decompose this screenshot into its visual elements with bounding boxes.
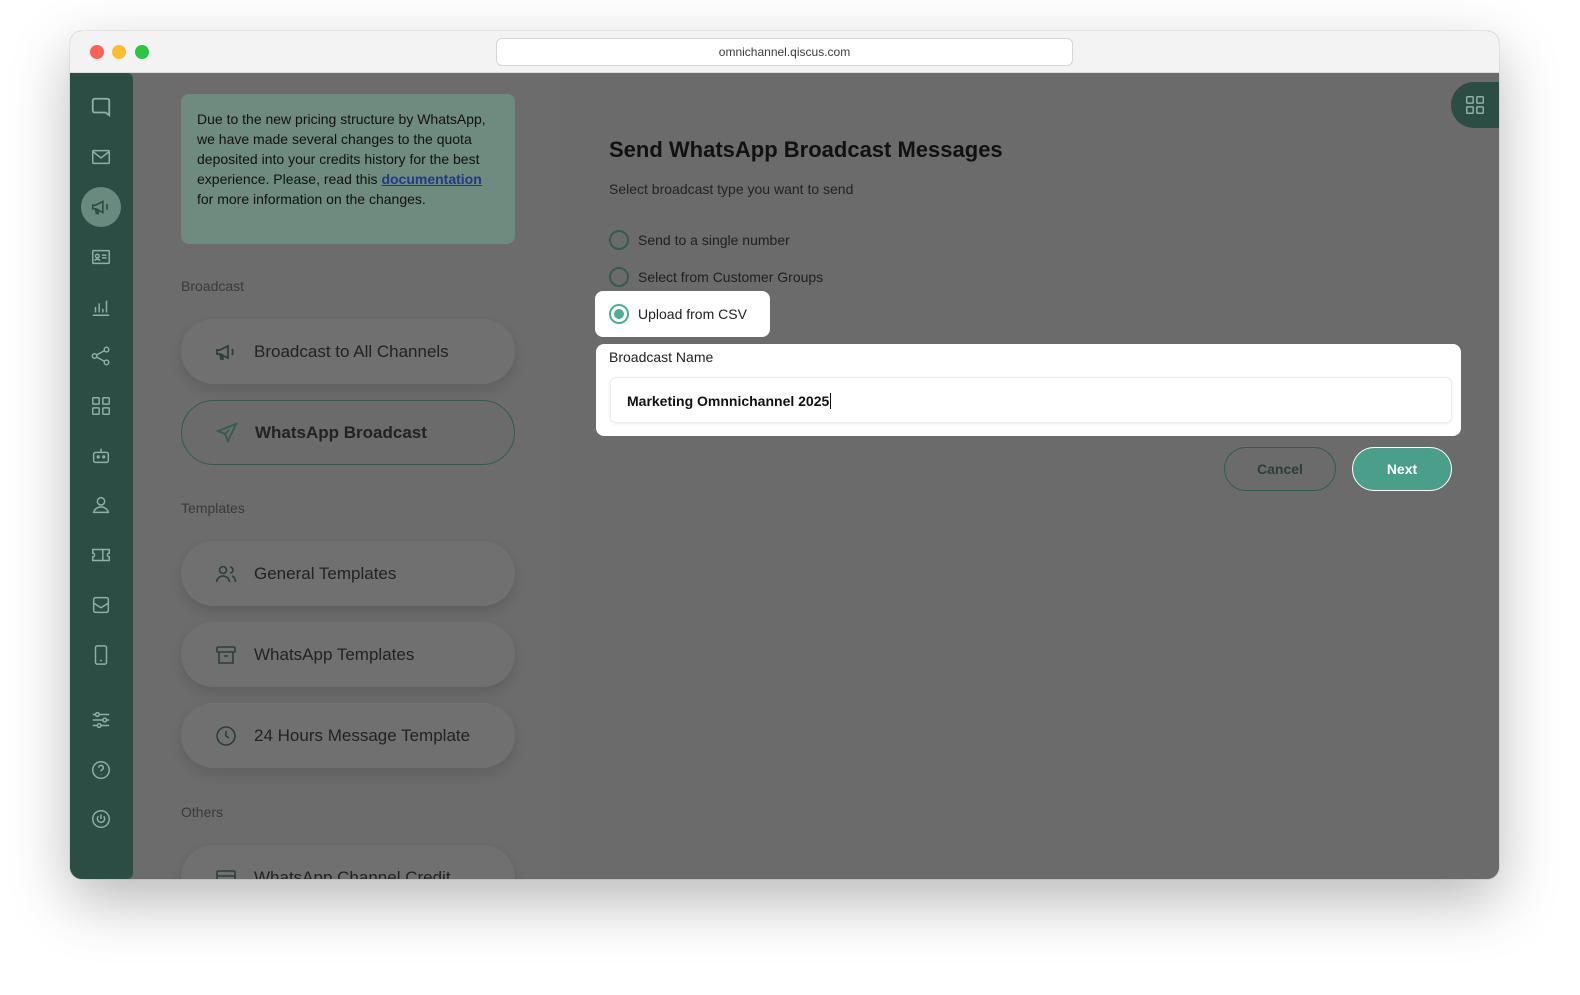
browser-window: omnichannel.qiscus.com Due to the new pr… [70, 31, 1499, 879]
page-subtitle: Select broadcast type you want to send [609, 181, 854, 197]
help-icon[interactable] [81, 750, 121, 790]
icon-rail [70, 73, 133, 879]
address-bar[interactable]: omnichannel.qiscus.com [496, 38, 1073, 66]
menu-item-whatsapp-templates[interactable]: WhatsApp Templates [181, 622, 515, 687]
apps-grid-icon[interactable] [81, 386, 121, 426]
menu-item-label: WhatsApp Templates [254, 644, 415, 664]
app-content: Due to the new pricing structure by What… [70, 73, 1499, 879]
main-panel: Send WhatsApp Broadcast Messages Select … [562, 73, 1499, 879]
section-templates: Templates [181, 500, 245, 516]
menu-item-whatsapp-channel-credit[interactable]: WhatsApp Channel Credit [181, 845, 515, 879]
power-icon[interactable] [81, 799, 121, 839]
section-broadcast: Broadcast [181, 278, 245, 294]
archive-icon [214, 643, 238, 667]
maximize-window-button[interactable] [135, 45, 149, 59]
menu-item-label: WhatsApp Channel Credit [254, 867, 451, 880]
apps-grid-icon [1466, 96, 1484, 114]
option-label: Upload from CSV [638, 306, 747, 322]
section-others: Others [181, 804, 224, 820]
menu-item-label: WhatsApp Broadcast [255, 422, 427, 442]
broadcast-name-value: Marketing Omnnichannel 2025 [627, 393, 830, 409]
menu-item-label: General Templates [254, 563, 397, 583]
notice-text-end: for more information on the changes. [197, 191, 426, 207]
card-icon [214, 866, 238, 879]
menu-item-whatsapp-broadcast[interactable]: WhatsApp Broadcast [181, 400, 515, 465]
cancel-button[interactable]: Cancel [1224, 447, 1336, 491]
radio-upload-csv[interactable] [609, 304, 629, 324]
option-single-number[interactable]: Send to a single number [609, 230, 790, 250]
megaphone-icon[interactable] [81, 187, 121, 227]
mobile-icon[interactable] [81, 635, 121, 675]
menu-item-24h-template[interactable]: 24 Hours Message Template [181, 703, 515, 768]
ticket-icon[interactable] [81, 535, 121, 575]
megaphone-icon [214, 340, 238, 364]
agent-icon[interactable] [81, 485, 121, 525]
menu-item-label: Broadcast to All Channels [254, 341, 449, 361]
pricing-notice: Due to the new pricing structure by What… [181, 94, 515, 244]
option-upload-csv[interactable]: Upload from CSV [609, 304, 747, 324]
next-button[interactable]: Next [1352, 447, 1452, 491]
broadcast-name-card: Broadcast Name Marketing Omnnichannel 20… [596, 344, 1461, 436]
browser-titlebar: omnichannel.qiscus.com [70, 31, 1499, 73]
chat-logo-icon[interactable] [81, 87, 121, 127]
menu-item-label: 24 Hours Message Template [254, 725, 471, 745]
minimize-window-button[interactable] [112, 45, 126, 59]
page-title: Send WhatsApp Broadcast Messages [609, 137, 1003, 162]
radio-single-number[interactable] [609, 230, 629, 250]
settings-sliders-icon[interactable] [81, 700, 121, 740]
broadcast-name-label: Broadcast Name [609, 349, 714, 365]
broadcast-name-input[interactable]: Marketing Omnnichannel 2025 [610, 377, 1452, 423]
option-customer-groups[interactable]: Select from Customer Groups [609, 267, 823, 287]
clock-icon [214, 724, 238, 748]
bot-icon[interactable] [81, 436, 121, 476]
mail-icon[interactable] [81, 137, 121, 177]
broadcast-menu-panel: Due to the new pricing structure by What… [133, 73, 562, 879]
app-switcher-button[interactable] [1451, 82, 1499, 128]
text-caret [830, 393, 832, 409]
radio-customer-groups[interactable] [609, 267, 629, 287]
menu-item-general-templates[interactable]: General Templates [181, 541, 515, 606]
analytics-icon[interactable] [81, 287, 121, 327]
integration-icon[interactable] [81, 336, 121, 376]
close-window-button[interactable] [90, 45, 104, 59]
menu-item-broadcast-all-channels[interactable]: Broadcast to All Channels [181, 319, 515, 384]
inbox-icon[interactable] [81, 585, 121, 625]
option-label: Send to a single number [638, 232, 790, 248]
contact-card-icon[interactable] [81, 237, 121, 277]
users-icon [214, 562, 238, 586]
documentation-link[interactable]: documentation [381, 171, 481, 187]
send-icon [215, 421, 239, 445]
option-label: Select from Customer Groups [638, 269, 824, 285]
